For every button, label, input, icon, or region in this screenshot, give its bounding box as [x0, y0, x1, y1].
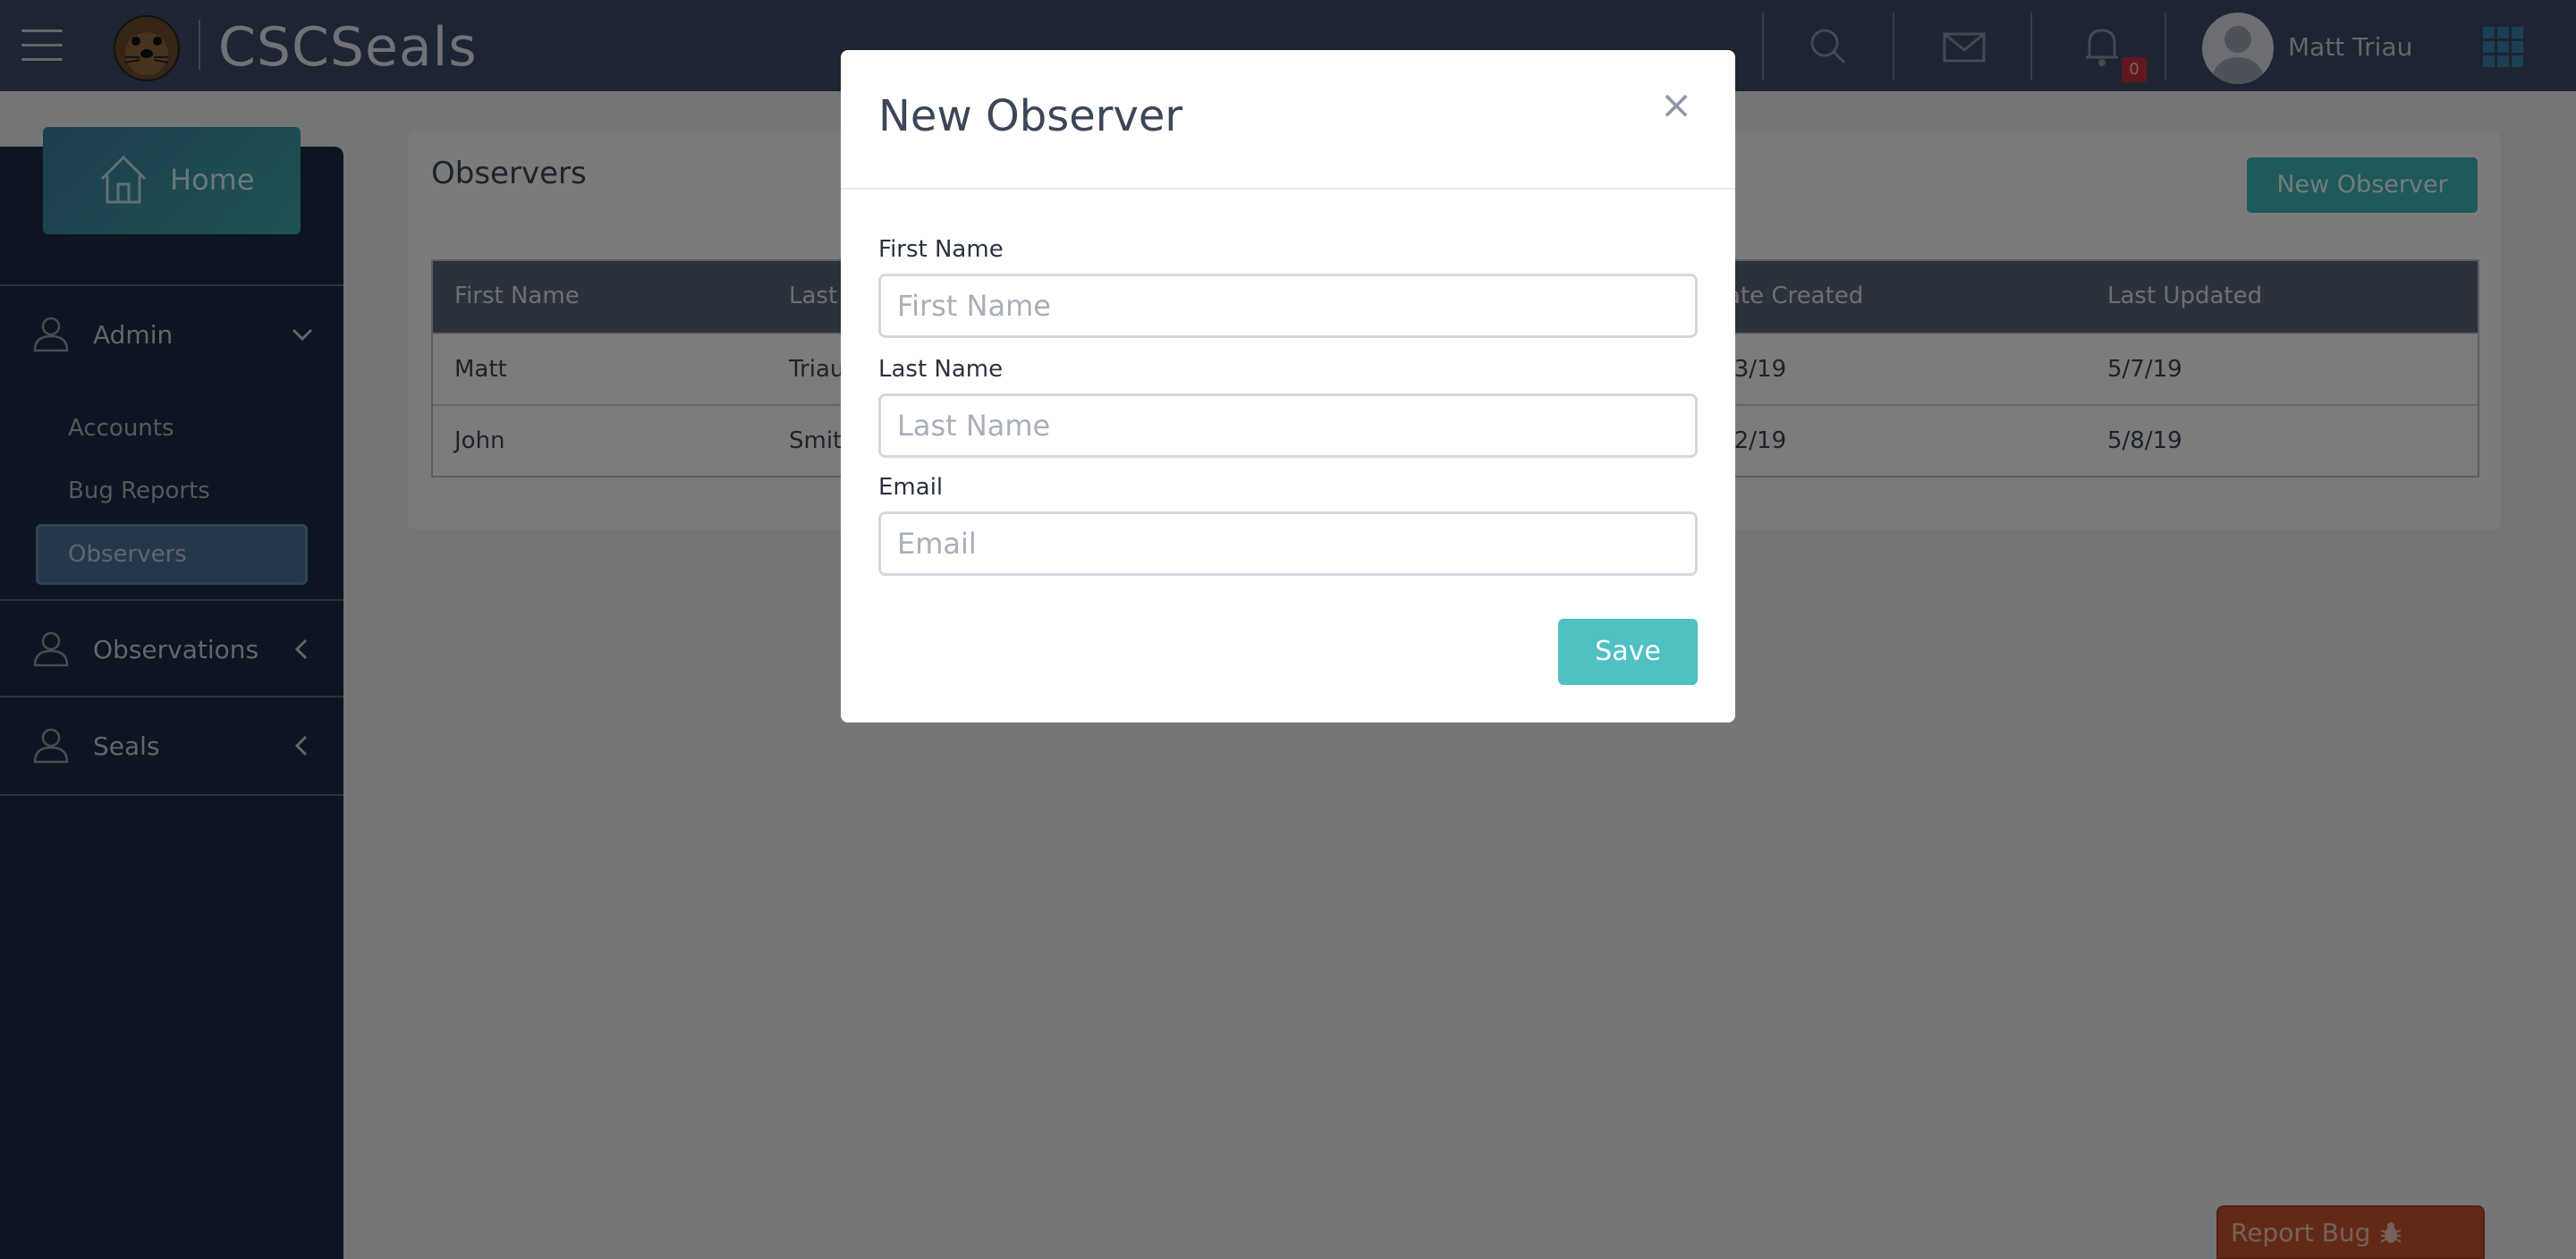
- email-input[interactable]: [878, 511, 1698, 576]
- first-name-input[interactable]: [878, 274, 1698, 338]
- modal-title: New Observer: [878, 91, 1183, 141]
- email-label: Email: [878, 474, 944, 501]
- save-button[interactable]: Save: [1558, 619, 1698, 685]
- modal-divider: [841, 188, 1735, 190]
- last-name-input[interactable]: [878, 393, 1698, 458]
- close-icon[interactable]: ×: [1658, 86, 1694, 125]
- new-observer-modal: New Observer × First Name Last Name Emai…: [841, 50, 1735, 722]
- last-name-label: Last Name: [878, 356, 1004, 383]
- app-root: CSCSeals 0 Matt Triau: [0, 0, 2576, 1259]
- first-name-label: First Name: [878, 236, 1004, 263]
